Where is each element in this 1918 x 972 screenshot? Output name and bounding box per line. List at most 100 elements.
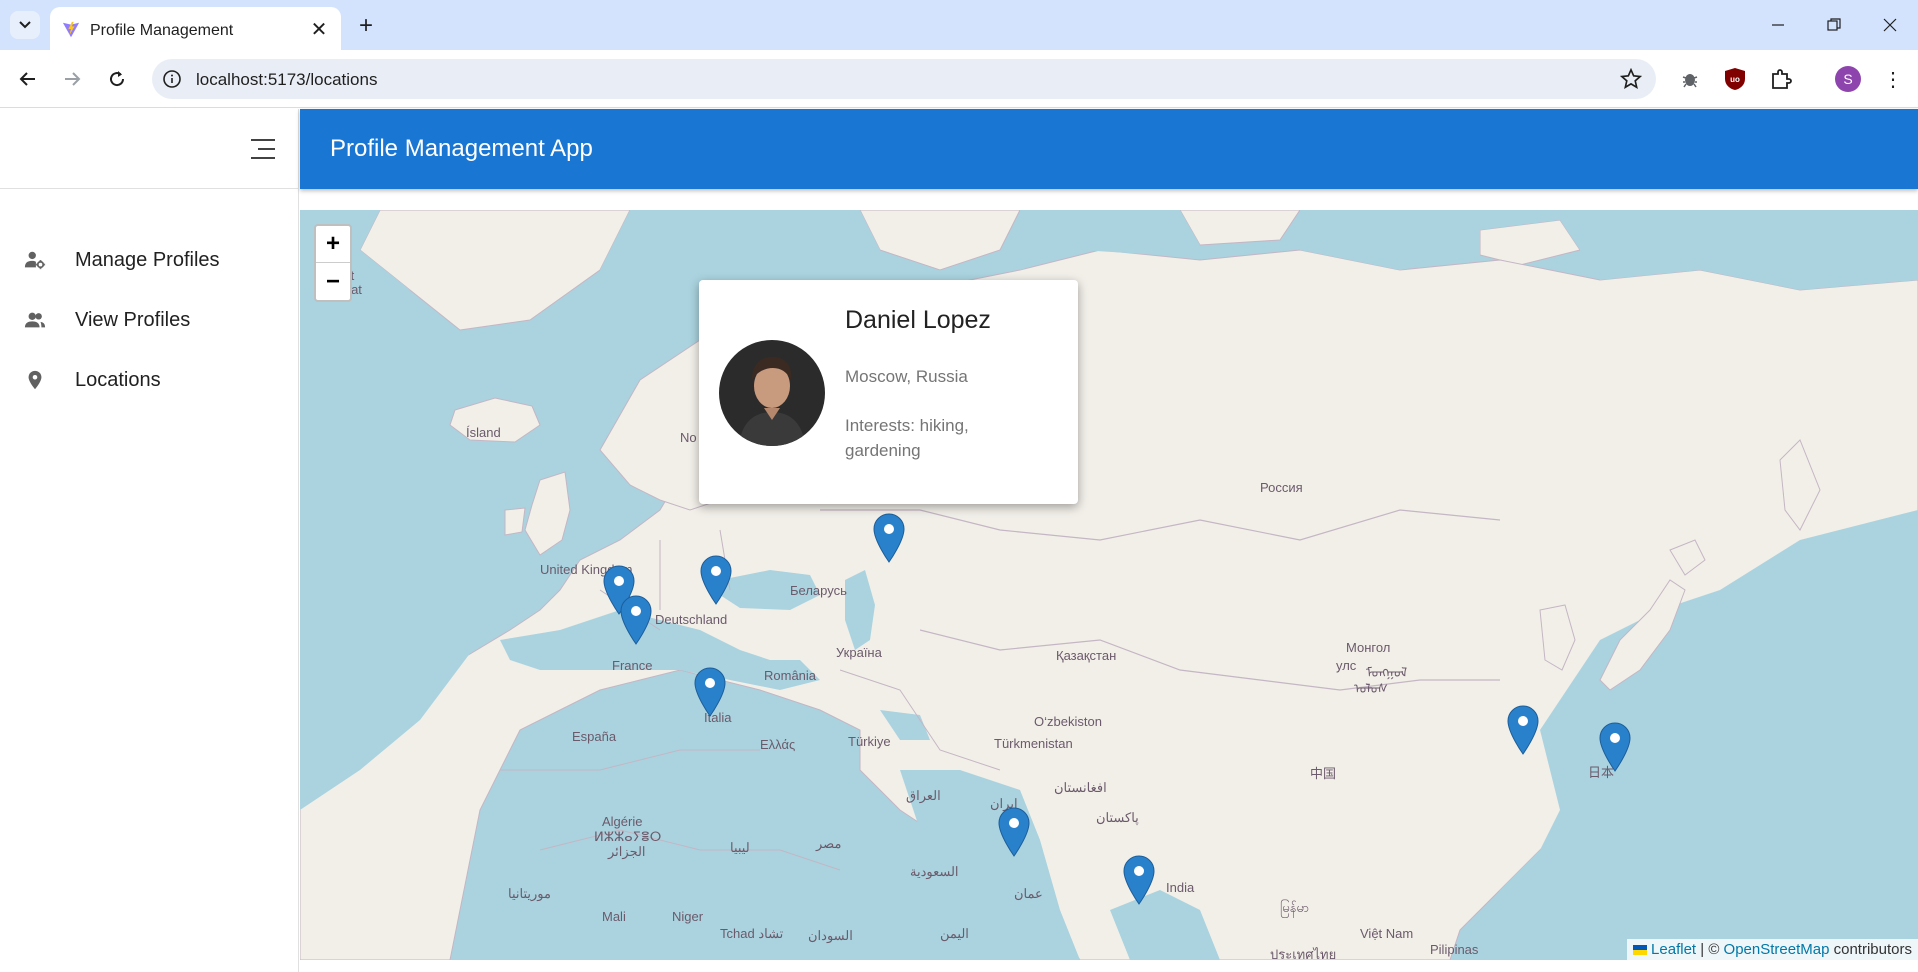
sidebar-item-label: Manage Profiles [75, 248, 220, 271]
app-header: Profile Management App [300, 109, 1918, 189]
extensions-puzzle-icon[interactable] [1768, 66, 1794, 92]
people-icon [24, 312, 46, 328]
map-label: O‘zbekiston [1034, 714, 1102, 729]
map-marker[interactable] [1599, 722, 1631, 772]
map-label: улс [1336, 658, 1357, 673]
zoom-in-button[interactable]: + [316, 226, 350, 263]
map-attribution: Leaflet | © OpenStreetMap contributors [1627, 939, 1918, 960]
map-label: مصر [816, 836, 842, 851]
forward-icon[interactable] [56, 63, 88, 95]
sidebar: Manage Profiles View Profiles Locations [0, 109, 299, 972]
map-marker[interactable] [694, 667, 726, 717]
minimize-icon[interactable] [1758, 8, 1798, 42]
map-label: عمان [1014, 886, 1043, 901]
map-label: 中国 [1310, 766, 1337, 781]
map-label: España [572, 729, 617, 744]
vite-logo-icon [62, 21, 80, 38]
map-label: Україна [836, 645, 882, 660]
map-label: Türkmenistan [994, 736, 1073, 751]
location-pin-icon [28, 370, 42, 390]
restore-icon[interactable] [1814, 8, 1854, 42]
map-marker[interactable] [1507, 705, 1539, 755]
map-label: اليمن [940, 926, 969, 941]
map-label: السودان [808, 928, 853, 943]
map-label: افغانستان [1054, 780, 1107, 795]
map-marker[interactable] [998, 807, 1030, 857]
sidebar-item-label: View Profiles [75, 308, 191, 331]
attribution-separator: | © [1696, 941, 1724, 958]
browser-tab[interactable]: Profile Management ✕ [50, 7, 341, 50]
ublock-icon[interactable]: uo [1722, 66, 1748, 92]
map-label: မြန်မာ [1280, 900, 1310, 915]
profile-location: Moscow, Russia [845, 367, 968, 386]
map-label: Россия [1260, 480, 1303, 495]
ukraine-flag-icon [1633, 945, 1648, 956]
map-label: Tchad تشاد [720, 926, 784, 941]
profile-photo [719, 340, 825, 446]
close-window-icon[interactable] [1870, 8, 1910, 42]
page-title: Profile Management App [330, 135, 593, 162]
profile-avatar[interactable]: S [1835, 66, 1861, 92]
attribution-contributors: contributors [1829, 941, 1912, 958]
tab-close-icon[interactable]: ✕ [307, 17, 331, 41]
map-label: پاکستان [1096, 810, 1139, 825]
map-marker[interactable] [620, 595, 652, 645]
profile-name: Daniel Lopez [845, 306, 991, 334]
sidebar-header [0, 109, 299, 189]
bug-extension-icon[interactable] [1677, 66, 1703, 92]
map-label: ⵍⵣⵣⴰⵢⴻⵔ [594, 829, 662, 844]
map-label: Algérie [602, 814, 643, 829]
back-icon[interactable] [12, 63, 44, 95]
map-label: ประเทศไทย [1270, 947, 1337, 960]
chevron-down-icon [19, 21, 31, 29]
map-label: Pilipinas [1430, 942, 1479, 957]
sidebar-item-label: Locations [75, 368, 161, 391]
map-label: Ísland [466, 425, 501, 440]
map-label: موريتانيا [508, 886, 551, 901]
map-label: No [680, 430, 697, 445]
svg-text:uo: uo [1730, 75, 1740, 84]
sidebar-item-view-profiles[interactable]: View Profiles [0, 292, 299, 348]
map-label: Монгол [1346, 640, 1391, 655]
map-marker[interactable] [700, 555, 732, 605]
map-marker[interactable] [873, 513, 905, 563]
map-label: السعودية [910, 864, 959, 879]
reload-icon[interactable] [101, 63, 133, 95]
browser-toolbar: localhost:5173/locations uo [0, 50, 1918, 108]
map-label: Türkiye [848, 734, 891, 749]
map-label: ليبيا [730, 840, 750, 855]
sidebar-item-locations[interactable]: Locations [0, 352, 299, 408]
profile-interests: Interests: hiking, gardening [845, 416, 969, 460]
map-label: Việt Nam [1360, 926, 1414, 941]
map-label: Niger [672, 909, 704, 924]
browser-tab-bar: Profile Management ✕ + [0, 0, 1918, 50]
map-container[interactable]: Nunaat llit Ísland No Россия United King… [300, 210, 1918, 960]
sidebar-item-manage-profiles[interactable]: Manage Profiles [0, 232, 299, 288]
bookmark-star-icon[interactable] [1620, 68, 1642, 90]
osm-link[interactable]: OpenStreetMap [1724, 941, 1830, 958]
map-label: Deutschland [655, 612, 728, 627]
map-label: الجزائر [608, 844, 646, 859]
address-bar[interactable]: localhost:5173/locations [152, 59, 1656, 99]
site-info-icon[interactable] [162, 69, 182, 89]
map-label: ᠤᠯᠤᠰ [1354, 681, 1388, 696]
map-label: Ελλάς [760, 737, 796, 752]
menu-toggle-icon[interactable] [250, 137, 276, 161]
url-text[interactable]: localhost:5173/locations [196, 70, 377, 90]
map-label: Қазақстан [1056, 648, 1117, 663]
map-label: Mali [602, 909, 626, 924]
map-label: France [612, 658, 653, 673]
map-marker[interactable] [1123, 855, 1155, 905]
browser-menu-icon[interactable]: ⋮ [1880, 66, 1906, 92]
map-label: Беларусь [790, 583, 847, 598]
new-tab-icon[interactable]: + [352, 12, 380, 40]
map-label: România [764, 668, 817, 683]
tab-search-button[interactable] [10, 11, 40, 39]
profile-popup[interactable]: Daniel Lopez Moscow, Russia Interests: h… [699, 280, 1078, 504]
zoom-out-button[interactable]: − [316, 263, 350, 300]
manage-profiles-icon [24, 251, 46, 270]
map-label: India [1166, 880, 1195, 895]
map-tiles [300, 210, 1918, 960]
tab-title: Profile Management [90, 22, 234, 39]
leaflet-link[interactable]: Leaflet [1651, 941, 1696, 958]
